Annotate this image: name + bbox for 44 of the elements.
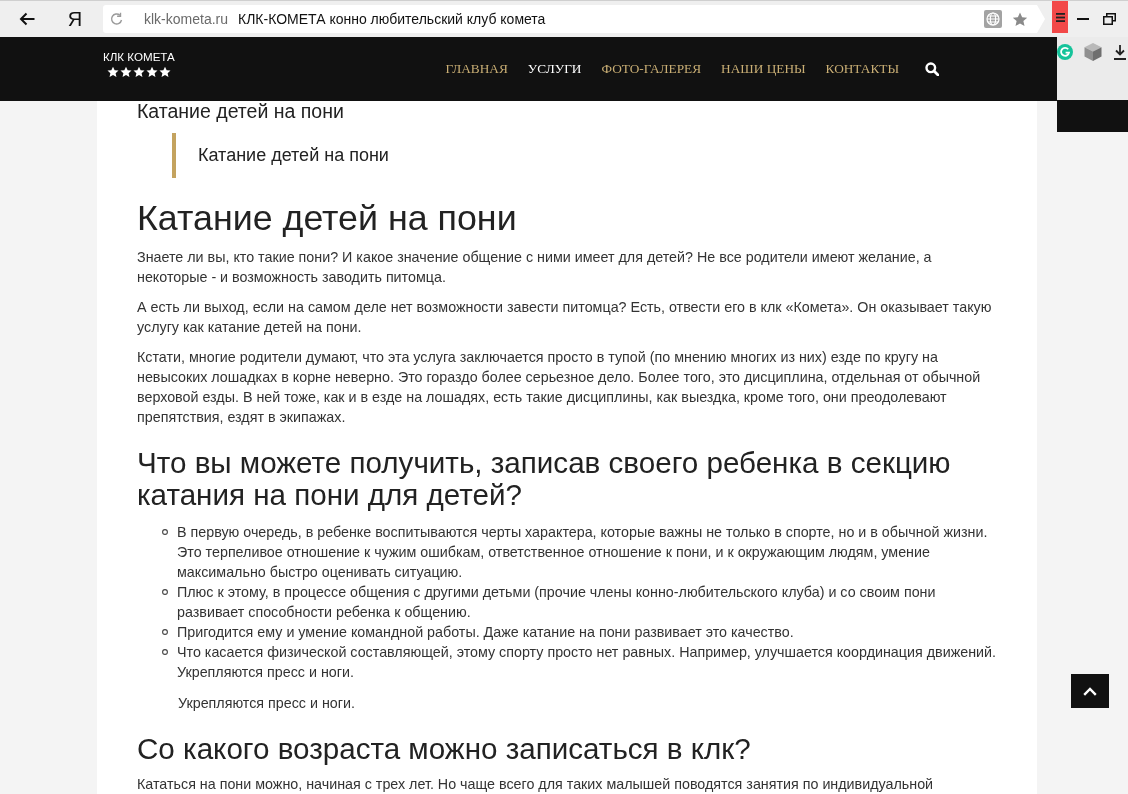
list-item-text: В первую очередь, в ребенке воспитываются черты характера, которые важны не только в спорте, но и в обычной жизни. Это терпеливое отношение к чужим ошибкам, ответственное отношение к пони, и к окружающим людям, умение максимально быстро оценивать ситуацию.: [177, 523, 989, 582]
browser-logo[interactable]: Я: [62, 5, 88, 33]
bullet-icon: [162, 629, 168, 635]
section-heading: Что вы можете получить, записав своего ребенка в секцию катания на пони для детей?: [137, 447, 952, 511]
menu-icon: [1055, 12, 1065, 22]
minimize-icon: [1077, 18, 1089, 20]
star-icon: [158, 66, 171, 78]
nav-link[interactable]: ФОТО-ГАЛЕРЕЯ: [601, 60, 702, 78]
bookmark-star-icon[interactable]: [1012, 11, 1028, 27]
restore-icon: [1102, 13, 1116, 25]
site-logo[interactable]: КЛК КОМЕТА: [103, 50, 175, 64]
section-heading: Со какого возраста можно записаться в клк?: [137, 733, 752, 765]
domain-text: klk-kometa.ru: [144, 11, 229, 27]
bullet-icon: [162, 589, 168, 595]
paragraph: Кататься на пони можно, начиная с трех лет. Но чаще всего для таких малышей поводятся занятия по индивидуальной: [137, 775, 935, 794]
nav-link[interactable]: УСЛУГИ: [527, 60, 582, 78]
list-item-text: Пригодится ему и умение командной работы. Даже катание на пони развивает это качество.: [177, 623, 795, 642]
reload-icon[interactable]: [110, 12, 123, 26]
text-line: Укрепляются пресс и ноги.: [177, 694, 356, 713]
list-item-text: Что касается физической составляющей, этому спорту просто нет равных. Например, улучшается координация движений. Укрепляются пресс и ноги.: [177, 643, 997, 682]
arrow-left-icon: [19, 12, 35, 26]
star-icon: [119, 66, 132, 78]
page-title-text: КЛК-КОМЕТА конно любительский клуб комета: [238, 11, 546, 27]
paragraph: А есть ли выход, если на самом деле нет возможности завести питомца? Есть, отвести его в клк «Комета». Он оказывает такую услугу как катание детей на пони.: [137, 298, 993, 337]
paragraph: Кстати, многие родители думают, что эта услуга заключается просто в тупой (по мнению многих из них) езде по кругу на невысоких лошадках в корне неверно. Это гораздо более серьезное дело. Более того, это дисциплина, отдельная от обычной верховой езды. В ней тоже, как и в езде на лошадях, есть такие дисциплины, как выездка, кроме того, они преодолевают препятствия, ездят в экипажах.: [137, 348, 982, 427]
bullet-icon: [162, 649, 168, 655]
chevron-up-icon: [1083, 686, 1097, 696]
star-icon: [132, 66, 145, 78]
scroll-top-button[interactable]: [1071, 674, 1109, 708]
nav-link[interactable]: НАШИ ЦЕНЫ: [721, 60, 806, 78]
address-field[interactable]: klk-kometa.ru КЛК-КОМЕТА конно любительский клуб комета: [103, 5, 1045, 33]
nav-link[interactable]: ГЛАВНАЯ: [445, 60, 508, 78]
star-icon: [106, 66, 119, 78]
cube-icon[interactable]: [1084, 40, 1102, 64]
menu-button[interactable]: [1052, 1, 1068, 33]
search-icon[interactable]: [925, 62, 939, 76]
pull-quote: Катание детей на пони: [172, 133, 1000, 178]
nav-link[interactable]: КОНТАКТЫ: [825, 60, 899, 78]
paragraph: Знаете ли вы, кто такие пони? И какое значение общение с ними имеет для детей? Не все родители имеют желание, а некоторые - и возможность заводить питомца.: [137, 248, 933, 287]
article-title: Катание детей на пони: [137, 198, 518, 238]
star-icon: [145, 66, 158, 78]
bullet-icon: [162, 529, 168, 535]
list-item-text: Плюс к этому, в процессе общения с другими детьми (прочие члены конно-любительского клуба) и со своим пони развивает способности ребенка к общению.: [177, 583, 937, 622]
page-heading: Катание детей на пони: [137, 101, 345, 121]
